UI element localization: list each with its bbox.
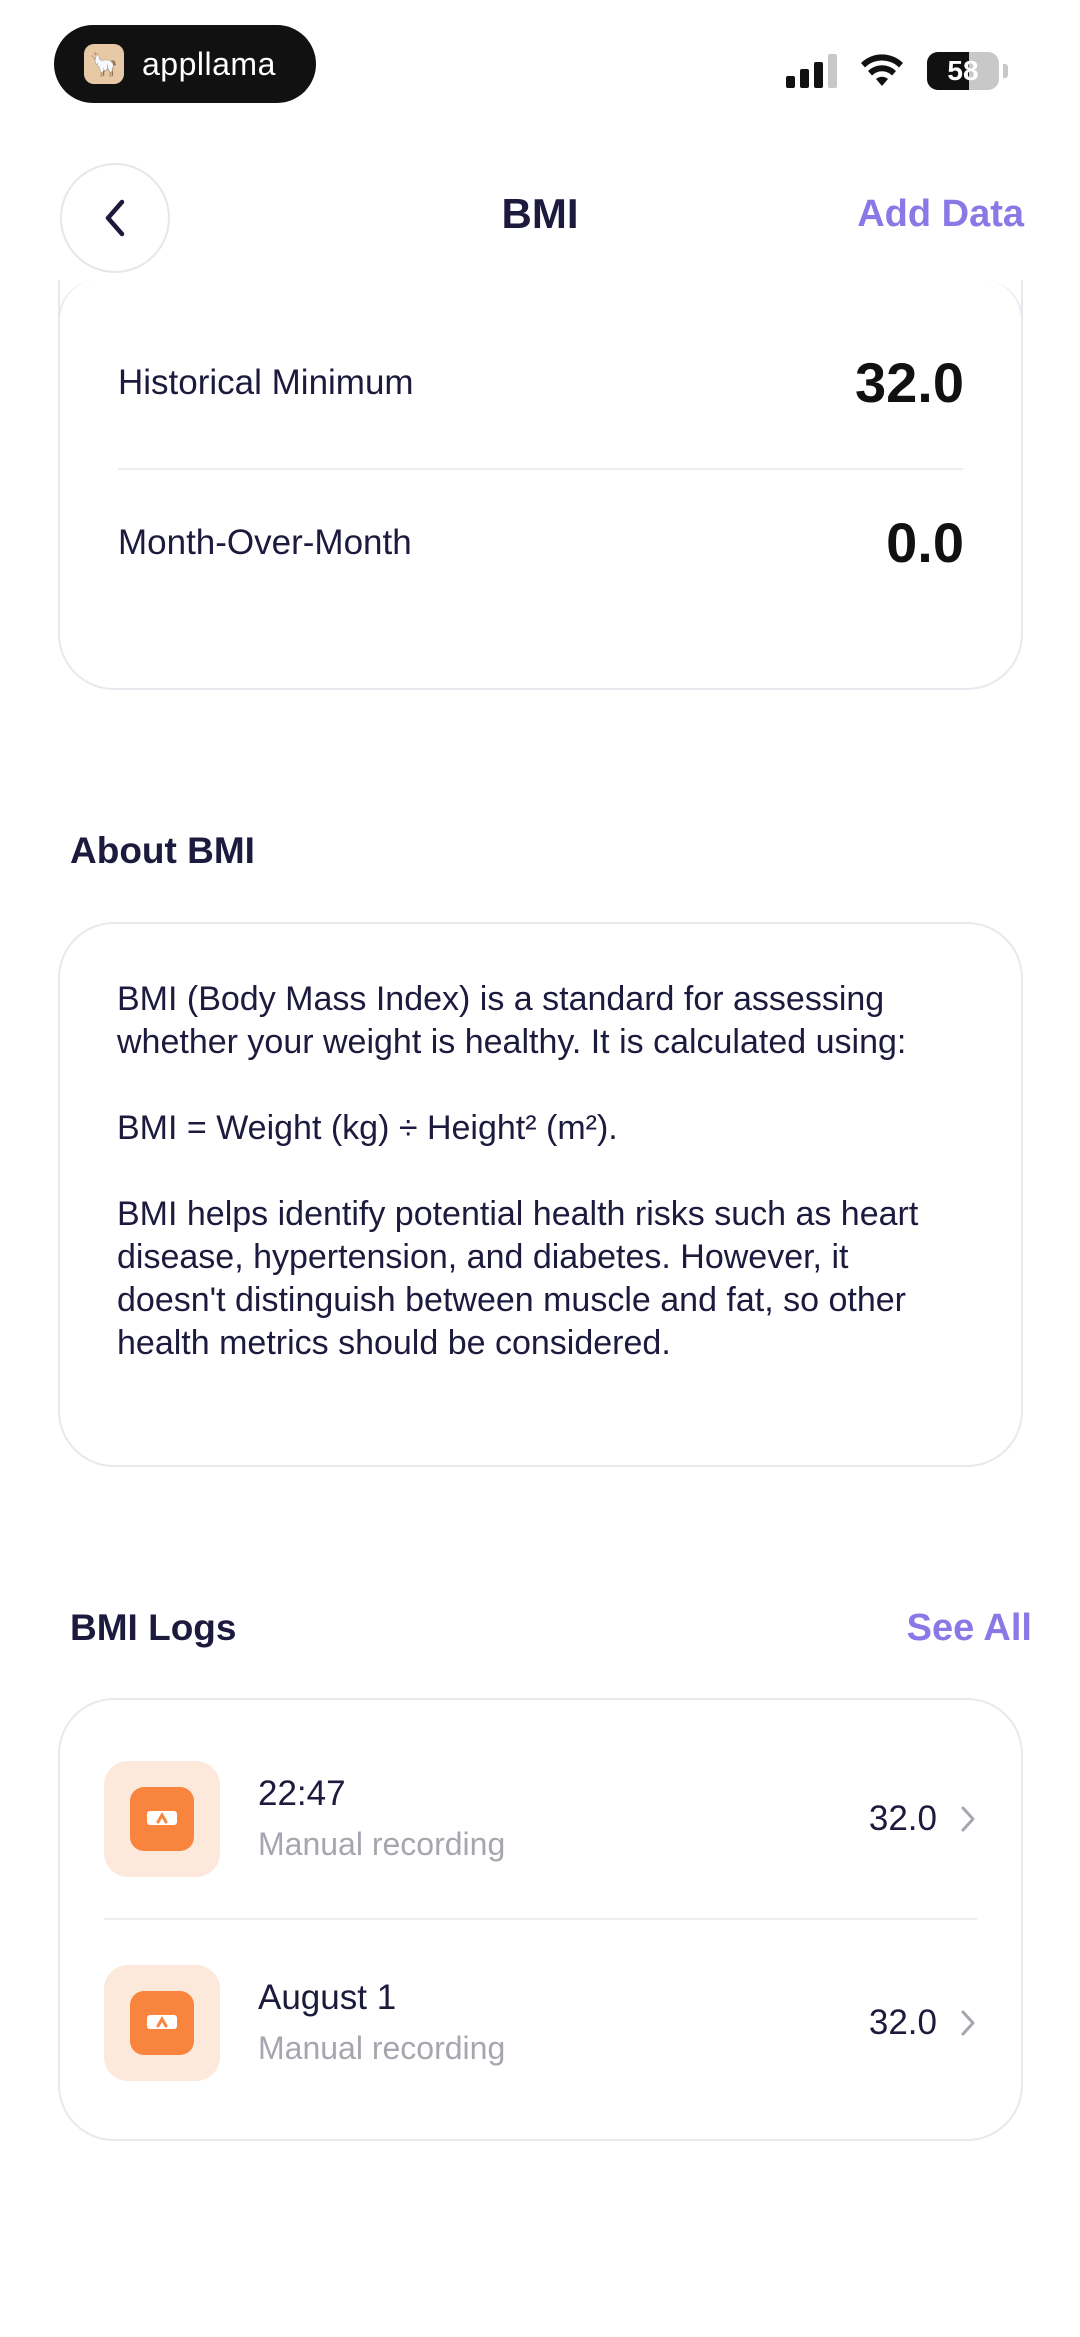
log-time: 22:47 — [258, 1774, 346, 1813]
month-over-month-value: 0.0 — [886, 511, 964, 574]
about-heading: About BMI — [70, 830, 255, 871]
log-value: 32.0 — [868, 2003, 937, 2042]
status-icons: 58 — [786, 48, 1008, 94]
log-icon-badge — [104, 1761, 220, 1877]
app-indicator-pill[interactable]: 🦙 appllama — [54, 25, 316, 103]
about-card: BMI (Body Mass Index) is a standard for … — [58, 922, 1023, 1467]
log-text: 22:47 Manual recording — [258, 1771, 869, 1867]
historical-minimum-row: Historical Minimum 32.0 — [118, 350, 964, 415]
see-all-button[interactable]: See All — [907, 1607, 1032, 1650]
cellular-signal-icon — [786, 54, 837, 88]
chevron-right-icon — [961, 2010, 975, 2036]
log-source: Manual recording — [258, 1826, 506, 1862]
scale-icon — [130, 1991, 194, 2055]
wifi-icon — [861, 54, 903, 86]
llama-logo-icon: 🦙 — [84, 44, 124, 84]
log-icon-badge — [104, 1965, 220, 2081]
log-item[interactable]: 22:47 Manual recording 32.0 — [104, 1760, 977, 1878]
logs-heading: BMI Logs — [70, 1607, 237, 1648]
logs-card: 22:47 Manual recording 32.0 August 1 Man… — [58, 1698, 1023, 2141]
stats-card — [58, 280, 1023, 690]
log-time: August 1 — [258, 1978, 397, 2017]
add-data-button[interactable]: Add Data — [857, 193, 1024, 236]
log-value: 32.0 — [868, 1799, 937, 1838]
month-over-month-label: Month-Over-Month — [118, 522, 412, 562]
chevron-right-icon — [961, 1806, 975, 1832]
about-paragraph: BMI (Body Mass Index) is a standard for … — [117, 980, 907, 1061]
battery-icon: 58 — [927, 52, 999, 90]
historical-minimum-label: Historical Minimum — [118, 362, 414, 402]
about-paragraph: BMI helps identify potential health risk… — [117, 1195, 919, 1362]
scale-icon — [130, 1787, 194, 1851]
battery-level: 58 — [947, 55, 979, 86]
app-name: appllama — [142, 45, 276, 82]
month-over-month-row: Month-Over-Month 0.0 — [118, 510, 964, 575]
divider — [104, 1918, 977, 1920]
divider — [118, 468, 963, 470]
historical-minimum-value: 32.0 — [855, 351, 964, 414]
log-text: August 1 Manual recording — [258, 1975, 869, 2071]
log-item[interactable]: August 1 Manual recording 32.0 — [104, 1964, 977, 2082]
about-formula: BMI = Weight (kg) ÷ Height² (m²). — [117, 1109, 618, 1147]
log-source: Manual recording — [258, 2030, 506, 2066]
battery-tip — [1003, 64, 1008, 78]
status-bar: 🦙 appllama 58 — [0, 0, 1080, 120]
